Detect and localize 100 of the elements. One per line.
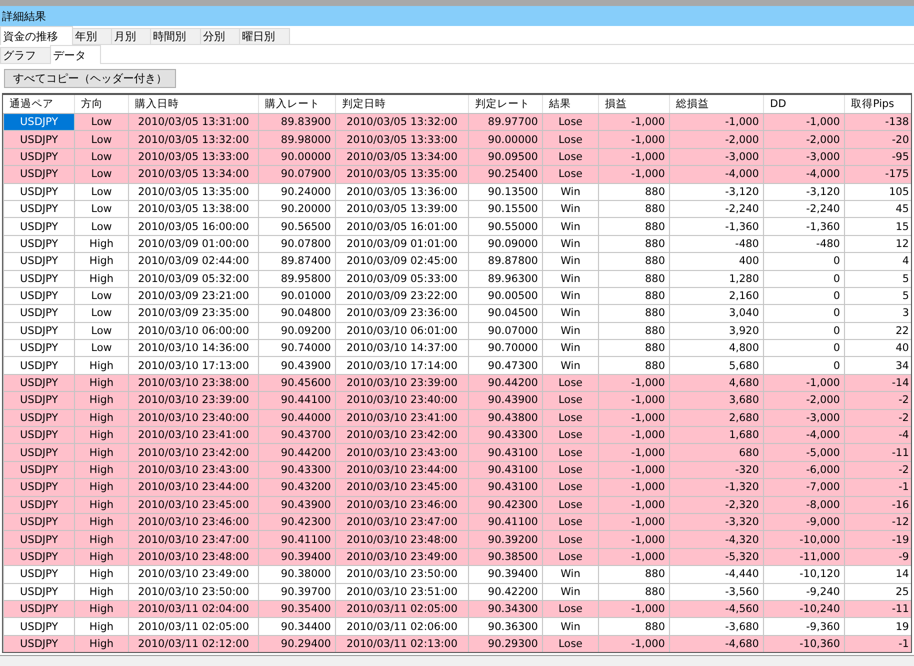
column-header[interactable]: 通過ペア: [4, 95, 74, 114]
table-cell: 89.95800: [258, 270, 336, 288]
table-cell: 90.07800: [258, 235, 336, 253]
table-cell: 4: [844, 252, 911, 270]
table-cell: USDJPY: [4, 287, 74, 305]
table-cell: 90.43800: [468, 409, 542, 427]
table-cell: USDJPY: [4, 409, 74, 427]
table-cell: High: [74, 409, 128, 427]
table-cell: 90.43900: [258, 496, 336, 514]
table-cell: -480: [764, 235, 844, 253]
table-cell: USDJPY: [4, 235, 74, 253]
table-cell: -1,000: [598, 166, 670, 184]
table-cell: -1,000: [598, 461, 670, 479]
table-cell: -2: [844, 392, 911, 410]
table-cell: -175: [844, 166, 911, 184]
table-cell: High: [74, 461, 128, 479]
tab[interactable]: 年別: [72, 28, 112, 44]
table-cell: 2010/03/11 02:04:00: [128, 600, 258, 618]
table-cell: High: [74, 583, 128, 600]
table-cell: 90.15500: [468, 200, 542, 218]
table-cell: 0: [764, 340, 844, 357]
table-cell: 90.74000: [258, 340, 336, 357]
table-cell: -3,120: [764, 183, 844, 200]
table-cell: USDJPY: [4, 270, 74, 288]
table-cell: 90.44000: [258, 409, 336, 427]
tab[interactable]: 分別: [200, 28, 240, 44]
table-cell: Win: [542, 200, 598, 218]
table-cell: 2010/03/11 02:05:00: [336, 600, 468, 618]
table-cell: -2: [844, 461, 911, 479]
column-header[interactable]: 結果: [542, 95, 598, 114]
table-cell: -1,000: [764, 114, 844, 131]
table-cell: Win: [542, 583, 598, 600]
table-cell: -3,000: [764, 148, 844, 166]
table-cell: -2: [844, 409, 911, 427]
copy-button[interactable]: すべてコピー（ヘッダー付き）: [4, 69, 176, 88]
column-header[interactable]: 購入レート: [258, 95, 336, 114]
table-cell: High: [74, 392, 128, 410]
table-cell: USDJPY: [4, 478, 74, 496]
table-cell: 90.44100: [258, 392, 336, 410]
table-cell: -1,000: [598, 426, 670, 444]
tab[interactable]: 月別: [111, 28, 151, 44]
table-cell: 90.43300: [468, 426, 542, 444]
table-cell: 2010/03/10 23:48:00: [128, 548, 258, 566]
column-header[interactable]: 購入日時: [128, 95, 258, 114]
table-cell: 5: [844, 287, 911, 305]
table-cell: 2010/03/10 14:37:00: [336, 340, 468, 357]
table-cell: 2010/03/09 02:45:00: [336, 252, 468, 270]
table-cell: 2010/03/10 06:00:00: [128, 322, 258, 340]
table-cell: 0: [764, 252, 844, 270]
table-cell: 90.24000: [258, 183, 336, 200]
table-cell: Low: [74, 148, 128, 166]
table-cell: High: [74, 356, 128, 374]
table-cell: -4,440: [670, 566, 764, 584]
column-header[interactable]: 判定レート: [468, 95, 542, 114]
table-cell: 2010/03/10 17:13:00: [128, 356, 258, 374]
table-cell: High: [74, 426, 128, 444]
table-cell: Low: [74, 200, 128, 218]
tab[interactable]: データ: [50, 45, 101, 64]
table-cell: USDJPY: [4, 322, 74, 340]
table-cell: 2010/03/10 23:41:00: [128, 426, 258, 444]
table-cell: 90.44200: [258, 444, 336, 462]
table-cell: 90.70000: [468, 340, 542, 357]
scrollbar[interactable]: [0, 655, 914, 666]
column-header[interactable]: 取得Pips: [844, 95, 911, 114]
column-header[interactable]: 総損益: [670, 95, 764, 114]
table-cell: 880: [598, 200, 670, 218]
table-cell: 2010/03/09 23:22:00: [336, 287, 468, 305]
column-header[interactable]: 損益: [598, 95, 670, 114]
table-cell: 40: [844, 340, 911, 357]
table-cell: 880: [598, 304, 670, 322]
column-header[interactable]: 判定日時: [336, 95, 468, 114]
table-cell: -2,240: [764, 200, 844, 218]
table-cell: Lose: [542, 114, 598, 131]
table-cell: Win: [542, 304, 598, 322]
tab[interactable]: グラフ: [0, 47, 51, 63]
table-cell: 880: [598, 618, 670, 636]
column-header[interactable]: 方向: [74, 95, 128, 114]
table-cell: 880: [598, 583, 670, 600]
tab[interactable]: 資金の推移: [0, 26, 73, 45]
tab[interactable]: 時間別: [150, 28, 201, 44]
table-cell: Low: [74, 114, 128, 131]
table-cell: 89.96300: [468, 270, 542, 288]
table-cell: 2010/03/10 23:42:00: [128, 444, 258, 462]
table-cell: 2010/03/09 23:35:00: [128, 304, 258, 322]
table-cell: -14: [844, 374, 911, 392]
table-cell: -1,320: [670, 478, 764, 496]
table-cell: High: [74, 600, 128, 618]
table-cell: Lose: [542, 478, 598, 496]
table-cell: 2010/03/10 23:49:00: [336, 548, 468, 566]
table-cell: 2010/03/10 23:45:00: [336, 478, 468, 496]
table-cell: -1,000: [598, 130, 670, 148]
table-cell: Lose: [542, 148, 598, 166]
table-cell: -1,360: [764, 218, 844, 236]
column-header[interactable]: DD: [764, 95, 844, 114]
tab[interactable]: 曜日別: [239, 28, 290, 44]
table-cell: 880: [598, 235, 670, 253]
table-cell: USDJPY: [4, 200, 74, 218]
table-cell: 90.55000: [468, 218, 542, 236]
table-cell: -9,240: [764, 583, 844, 600]
table-cell: USDJPY: [4, 374, 74, 392]
